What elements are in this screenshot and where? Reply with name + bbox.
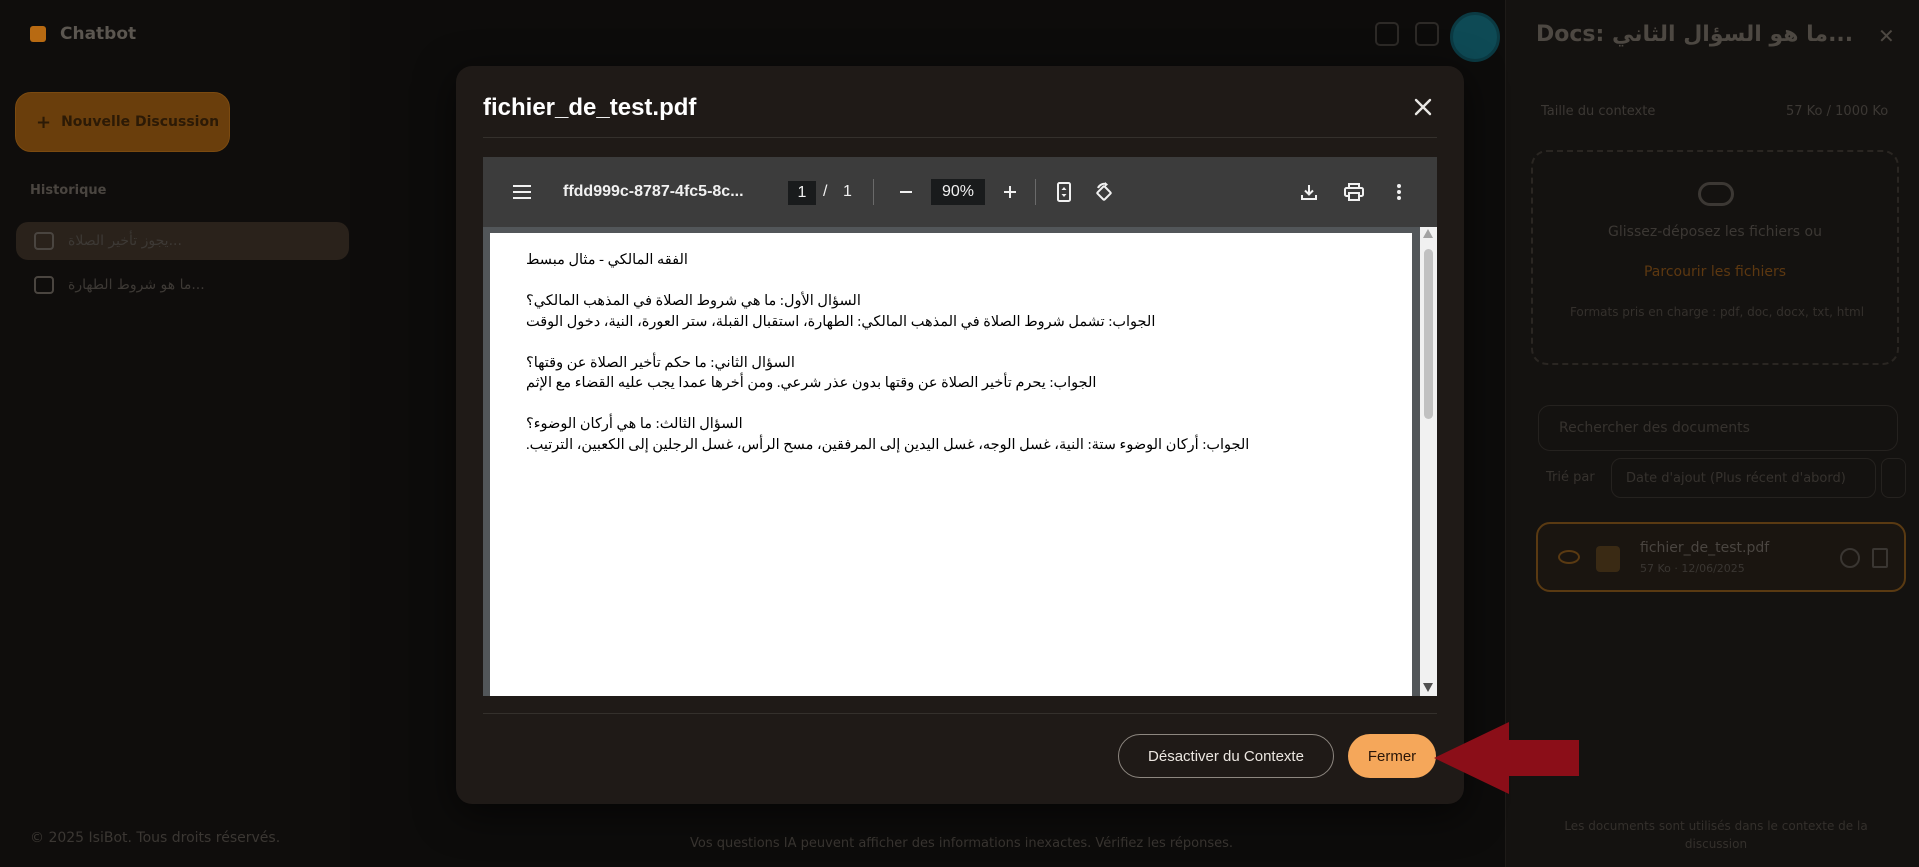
eye-icon[interactable] bbox=[1558, 550, 1580, 564]
documents-panel-title: Docs: ما هو السؤال الثاني... bbox=[1536, 22, 1854, 47]
disclaimer-note: Vos questions IA peuvent afficher des in… bbox=[690, 836, 1234, 851]
pdf-toolbar: ffdd999c-8787-4fc5-8c... 1 / 1 90% bbox=[483, 157, 1437, 227]
documents-icon[interactable] bbox=[1415, 22, 1439, 46]
brand: Chatbot bbox=[30, 24, 136, 44]
new-chat-label: Nouvelle Discussion bbox=[61, 114, 220, 130]
fit-page-icon[interactable] bbox=[1051, 179, 1077, 205]
plus-icon: + bbox=[36, 111, 52, 133]
pdf-viewer: ffdd999c-8787-4fc5-8c... 1 / 1 90% الفقه… bbox=[483, 157, 1437, 696]
close-icon[interactable] bbox=[1408, 92, 1438, 122]
close-button[interactable]: Fermer bbox=[1348, 734, 1436, 778]
pdf-scrollbar[interactable] bbox=[1420, 227, 1437, 696]
document-name: fichier_de_test.pdf bbox=[1640, 540, 1770, 556]
info-icon[interactable] bbox=[1840, 548, 1860, 568]
more-vertical-icon[interactable] bbox=[1386, 179, 1412, 205]
pdf-text-line: السؤال الثالث: ما هي أركان الوضوء؟ bbox=[526, 416, 743, 432]
pdf-text-line bbox=[526, 271, 1386, 292]
pdf-text-line bbox=[526, 394, 1386, 415]
pdf-text-line: السؤال الثاني: ما حكم تأخير الصلاة عن وق… bbox=[526, 354, 795, 371]
toolbar-divider bbox=[1035, 179, 1036, 205]
document-list-item[interactable]: fichier_de_test.pdf 57 Ko · 12/06/2025 bbox=[1536, 522, 1906, 592]
file-dropzone[interactable]: Glissez-déposez les fichiers ou Parcouri… bbox=[1531, 150, 1899, 365]
zoom-in-icon[interactable] bbox=[997, 179, 1023, 205]
toolbar-divider bbox=[873, 179, 874, 205]
sort-label: Trié par bbox=[1546, 470, 1595, 485]
pdf-text-line: الجواب: أركان الوضوء ستة: النية، غسل الو… bbox=[526, 436, 1250, 453]
documents-panel-footer: Les documents sont utilisés dans le cont… bbox=[1564, 819, 1868, 851]
pdf-text-line bbox=[526, 332, 1386, 353]
left-sidebar: Chatbot + Nouvelle Discussion Historique… bbox=[0, 0, 350, 867]
chat-icon bbox=[34, 276, 54, 294]
pdf-document-name: ffdd999c-8787-4fc5-8c... bbox=[563, 183, 744, 200]
settings-icon[interactable] bbox=[1375, 22, 1399, 46]
zoom-out-icon[interactable] bbox=[893, 179, 919, 205]
pdf-preview-modal: fichier_de_test.pdf ffdd999c-8787-4fc5-8… bbox=[456, 66, 1464, 804]
chat-icon bbox=[34, 232, 54, 250]
history-item-label: يجوز تأخير الصلاة... bbox=[68, 233, 182, 249]
download-icon[interactable] bbox=[1296, 179, 1322, 205]
page-separator: / bbox=[823, 183, 828, 200]
modal-title: fichier_de_test.pdf bbox=[483, 94, 697, 121]
sort-direction-button[interactable] bbox=[1881, 458, 1906, 498]
dropzone-text: Glissez-déposez les fichiers ou bbox=[1608, 224, 1822, 240]
pdf-text-line: الجواب: تشمل شروط الصلاة في المذهب المال… bbox=[526, 313, 1156, 330]
top-toolbar bbox=[1375, 22, 1439, 46]
page-total: 1 bbox=[843, 183, 852, 200]
history-item-label: ما هو شروط الطهارة... bbox=[68, 277, 205, 293]
print-icon[interactable] bbox=[1341, 179, 1367, 205]
annotation-arrow-icon bbox=[1434, 722, 1579, 794]
rotate-icon[interactable] bbox=[1091, 179, 1117, 205]
zoom-input[interactable]: 90% bbox=[931, 179, 985, 205]
new-chat-button[interactable]: + Nouvelle Discussion bbox=[15, 92, 230, 152]
scroll-thumb[interactable] bbox=[1424, 249, 1433, 419]
document-meta: 57 Ko · 12/06/2025 bbox=[1640, 562, 1745, 575]
pdf-text-line: السؤال الأول: ما هي شروط الصلاة في المذه… bbox=[526, 293, 861, 309]
footer-copyright: © 2025 IsiBot. Tous droits réservés. bbox=[30, 830, 281, 846]
history-title: Historique bbox=[30, 183, 107, 198]
context-size-value: 57 Ko / 1000 Ko bbox=[1786, 104, 1889, 119]
avatar[interactable] bbox=[1450, 12, 1500, 62]
pdf-text-line: الجواب: يحرم تأخير الصلاة عن وقتها بدون … bbox=[526, 375, 1097, 391]
modal-divider bbox=[483, 713, 1437, 714]
deactivate-context-button[interactable]: Désactiver du Contexte bbox=[1118, 734, 1334, 778]
brand-name: Chatbot bbox=[60, 24, 137, 44]
pdf-text-content: الفقه المالكي - مثال مبسط السؤال الأول: … bbox=[526, 250, 1386, 455]
history-item[interactable]: ما هو شروط الطهارة... bbox=[16, 266, 349, 304]
history-item[interactable]: يجوز تأخير الصلاة... bbox=[16, 222, 349, 260]
trash-icon[interactable] bbox=[1872, 548, 1888, 568]
pdf-page: الفقه المالكي - مثال مبسط السؤال الأول: … bbox=[490, 233, 1412, 696]
sort-select[interactable]: Date d'ajout (Plus récent d'abord) bbox=[1611, 458, 1876, 498]
file-icon bbox=[1596, 546, 1620, 572]
brand-logo-icon bbox=[30, 26, 46, 42]
close-icon[interactable]: ✕ bbox=[1878, 24, 1895, 48]
page-number-input[interactable]: 1 bbox=[788, 181, 816, 205]
scroll-up-arrow[interactable] bbox=[1423, 229, 1433, 238]
browse-files-link[interactable]: Parcourir les fichiers bbox=[1533, 264, 1897, 280]
menu-icon[interactable] bbox=[509, 179, 535, 205]
document-search-input[interactable]: Rechercher des documents bbox=[1538, 405, 1898, 451]
dropzone-hint: Formats pris en charge : pdf, doc, docx,… bbox=[1569, 305, 1865, 319]
scroll-down-arrow[interactable] bbox=[1423, 683, 1433, 692]
context-size-label: Taille du contexte bbox=[1541, 104, 1656, 119]
cloud-upload-icon bbox=[1698, 182, 1734, 206]
pdf-text-line: الفقه المالكي - مثال مبسط bbox=[526, 252, 688, 268]
modal-divider bbox=[483, 137, 1437, 138]
